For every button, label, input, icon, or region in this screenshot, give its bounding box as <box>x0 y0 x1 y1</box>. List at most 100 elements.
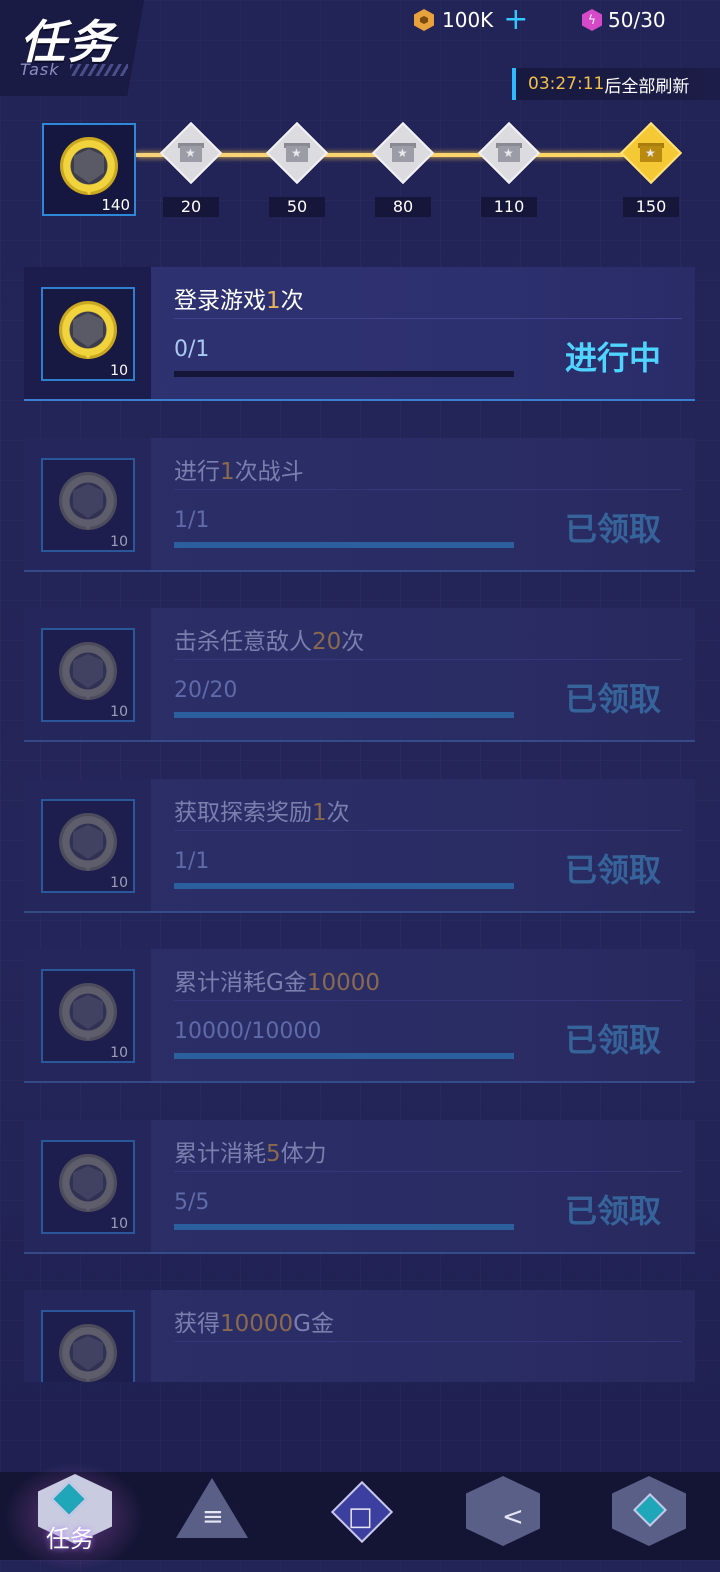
milestone-chest-50[interactable]: ★ <box>265 121 329 185</box>
divider <box>174 1000 682 1001</box>
add-coins-button[interactable]: + <box>503 5 528 35</box>
refresh-label: 后全部刷新 <box>604 76 690 97</box>
task-progress-fill <box>174 883 514 889</box>
task-name-number: 1 <box>312 800 327 826</box>
task-status[interactable]: 进行中 <box>565 333 661 379</box>
task-name-text: G金 <box>293 1311 334 1337</box>
system-back-icon[interactable]: < <box>502 1502 524 1532</box>
task-name: 获得10000G金 <box>174 1304 334 1338</box>
activity-points-badge: 140 <box>42 123 136 216</box>
energy-amount: 50/30 <box>608 8 666 32</box>
system-home-icon[interactable]: □ <box>348 1502 373 1532</box>
title-plate: 任务 Task <box>0 0 168 96</box>
task-card[interactable]: 10 累计消耗5体力 5/5 已领取 <box>24 1120 695 1254</box>
gift-icon: ★ <box>496 140 522 162</box>
bottom-nav: 任务 ≡ □ < <box>0 1462 720 1572</box>
task-status: 已领取 <box>564 1192 661 1230</box>
nav-bag[interactable] <box>604 1472 704 1560</box>
divider <box>174 1341 682 1342</box>
task-reward: 10 <box>41 458 135 552</box>
task-name: 击杀任意敌人20次 <box>174 622 364 656</box>
task-name-text: 累计消耗 <box>174 1141 266 1167</box>
task-name-text: 次战斗 <box>234 459 304 485</box>
task-name-text: 次 <box>326 800 350 826</box>
reward-amount: 10 <box>110 534 128 550</box>
coin-counter: 100K + <box>414 5 528 35</box>
milestone-chest-110[interactable]: ★ <box>477 121 541 185</box>
task-progress-count: 1/1 <box>174 508 210 533</box>
medal-icon <box>57 299 119 365</box>
task-underline <box>24 1081 695 1083</box>
refresh-timer: 03:27:11 后全部刷新 <box>512 68 720 100</box>
task-card[interactable]: 10 登录游戏1次 0/1 进行中 <box>24 267 695 401</box>
milestone-chest-80[interactable]: ★ <box>371 121 435 185</box>
reward-amount: 10 <box>110 1045 128 1061</box>
medal-icon <box>57 981 119 1047</box>
nav-mecha[interactable]: < <box>462 1472 562 1560</box>
title-stripes <box>70 64 128 76</box>
task-progress-bar <box>174 371 514 377</box>
task-name-number: 5 <box>266 1141 281 1167</box>
task-name-text: 次 <box>280 288 304 314</box>
gift-icon: ★ <box>178 140 204 162</box>
task-progress-fill <box>174 1053 514 1059</box>
activity-points: 140 <box>101 196 130 214</box>
task-name-text: 次 <box>341 629 365 655</box>
task-progress-bar <box>174 712 514 718</box>
nav-battle[interactable]: □ <box>312 1472 412 1560</box>
divider <box>174 318 682 319</box>
task-name-text: 获得 <box>174 1311 220 1337</box>
milestone-chest-150[interactable]: ★ <box>619 121 683 185</box>
task-progress-count: 5/5 <box>174 1190 210 1215</box>
gift-icon: ★ <box>638 140 664 162</box>
task-name-text: 获取探索奖励 <box>174 800 312 826</box>
nav-menu[interactable]: ≡ <box>174 1472 274 1560</box>
task-progress-bar <box>174 542 514 548</box>
energy-counter: ϟ 50/30 <box>582 8 666 32</box>
medal-icon <box>58 135 120 201</box>
energy-icon: ϟ <box>582 9 602 31</box>
task-reward: 10 <box>41 799 135 893</box>
task-underline <box>24 740 695 742</box>
task-name-number: 10000 <box>306 970 380 996</box>
page-subtitle: Task <box>20 60 60 79</box>
task-card[interactable]: 10 击杀任意敌人20次 20/20 已领取 <box>24 608 695 742</box>
divider <box>174 830 682 831</box>
task-name-number: 10000 <box>220 1311 294 1337</box>
task-underline <box>24 911 695 913</box>
task-name-text: 登录游戏 <box>174 288 266 314</box>
medal-icon <box>57 640 119 706</box>
reward-amount: 10 <box>110 704 128 720</box>
task-progress-fill <box>174 712 514 718</box>
milestone-label: 80 <box>375 197 431 217</box>
task-card[interactable]: 10 获取探索奖励1次 1/1 已领取 <box>24 779 695 913</box>
coin-icon <box>414 9 434 31</box>
milestone-chest-20[interactable]: ★ <box>159 121 223 185</box>
task-reward: 10 <box>41 1140 135 1234</box>
task-status: 已领取 <box>564 510 661 548</box>
task-card[interactable]: 10 累计消耗G金10000 10000/10000 已领取 <box>24 949 695 1083</box>
gift-icon: ★ <box>390 140 416 162</box>
milestone-label: 50 <box>269 197 325 217</box>
task-name: 登录游戏1次 <box>174 281 304 315</box>
task-progress-count: 1/1 <box>174 849 210 874</box>
medal-icon <box>57 1152 119 1218</box>
nav-tasks[interactable]: 任务 <box>4 1462 144 1572</box>
nav-tasks-label: 任务 <box>46 1525 94 1553</box>
task-progress-bar <box>174 1053 514 1059</box>
task-name-text: 进行 <box>174 459 220 485</box>
task-status: 已领取 <box>564 1021 661 1059</box>
reward-amount: 10 <box>110 1216 128 1232</box>
task-progress-bar <box>174 1224 514 1230</box>
reward-amount: 10 <box>110 363 128 379</box>
system-menu-icon[interactable]: ≡ <box>202 1502 224 1532</box>
task-progress-count: 10000/10000 <box>174 1019 322 1044</box>
task-progress-bar <box>174 883 514 889</box>
task-underline <box>24 399 695 401</box>
task-reward <box>41 1310 135 1382</box>
task-card[interactable]: 获得10000G金 <box>24 1290 695 1382</box>
task-status: 已领取 <box>564 680 661 718</box>
milestone-label: 110 <box>481 197 537 217</box>
milestone-label: 20 <box>163 197 219 217</box>
task-card[interactable]: 10 进行1次战斗 1/1 已领取 <box>24 438 695 572</box>
